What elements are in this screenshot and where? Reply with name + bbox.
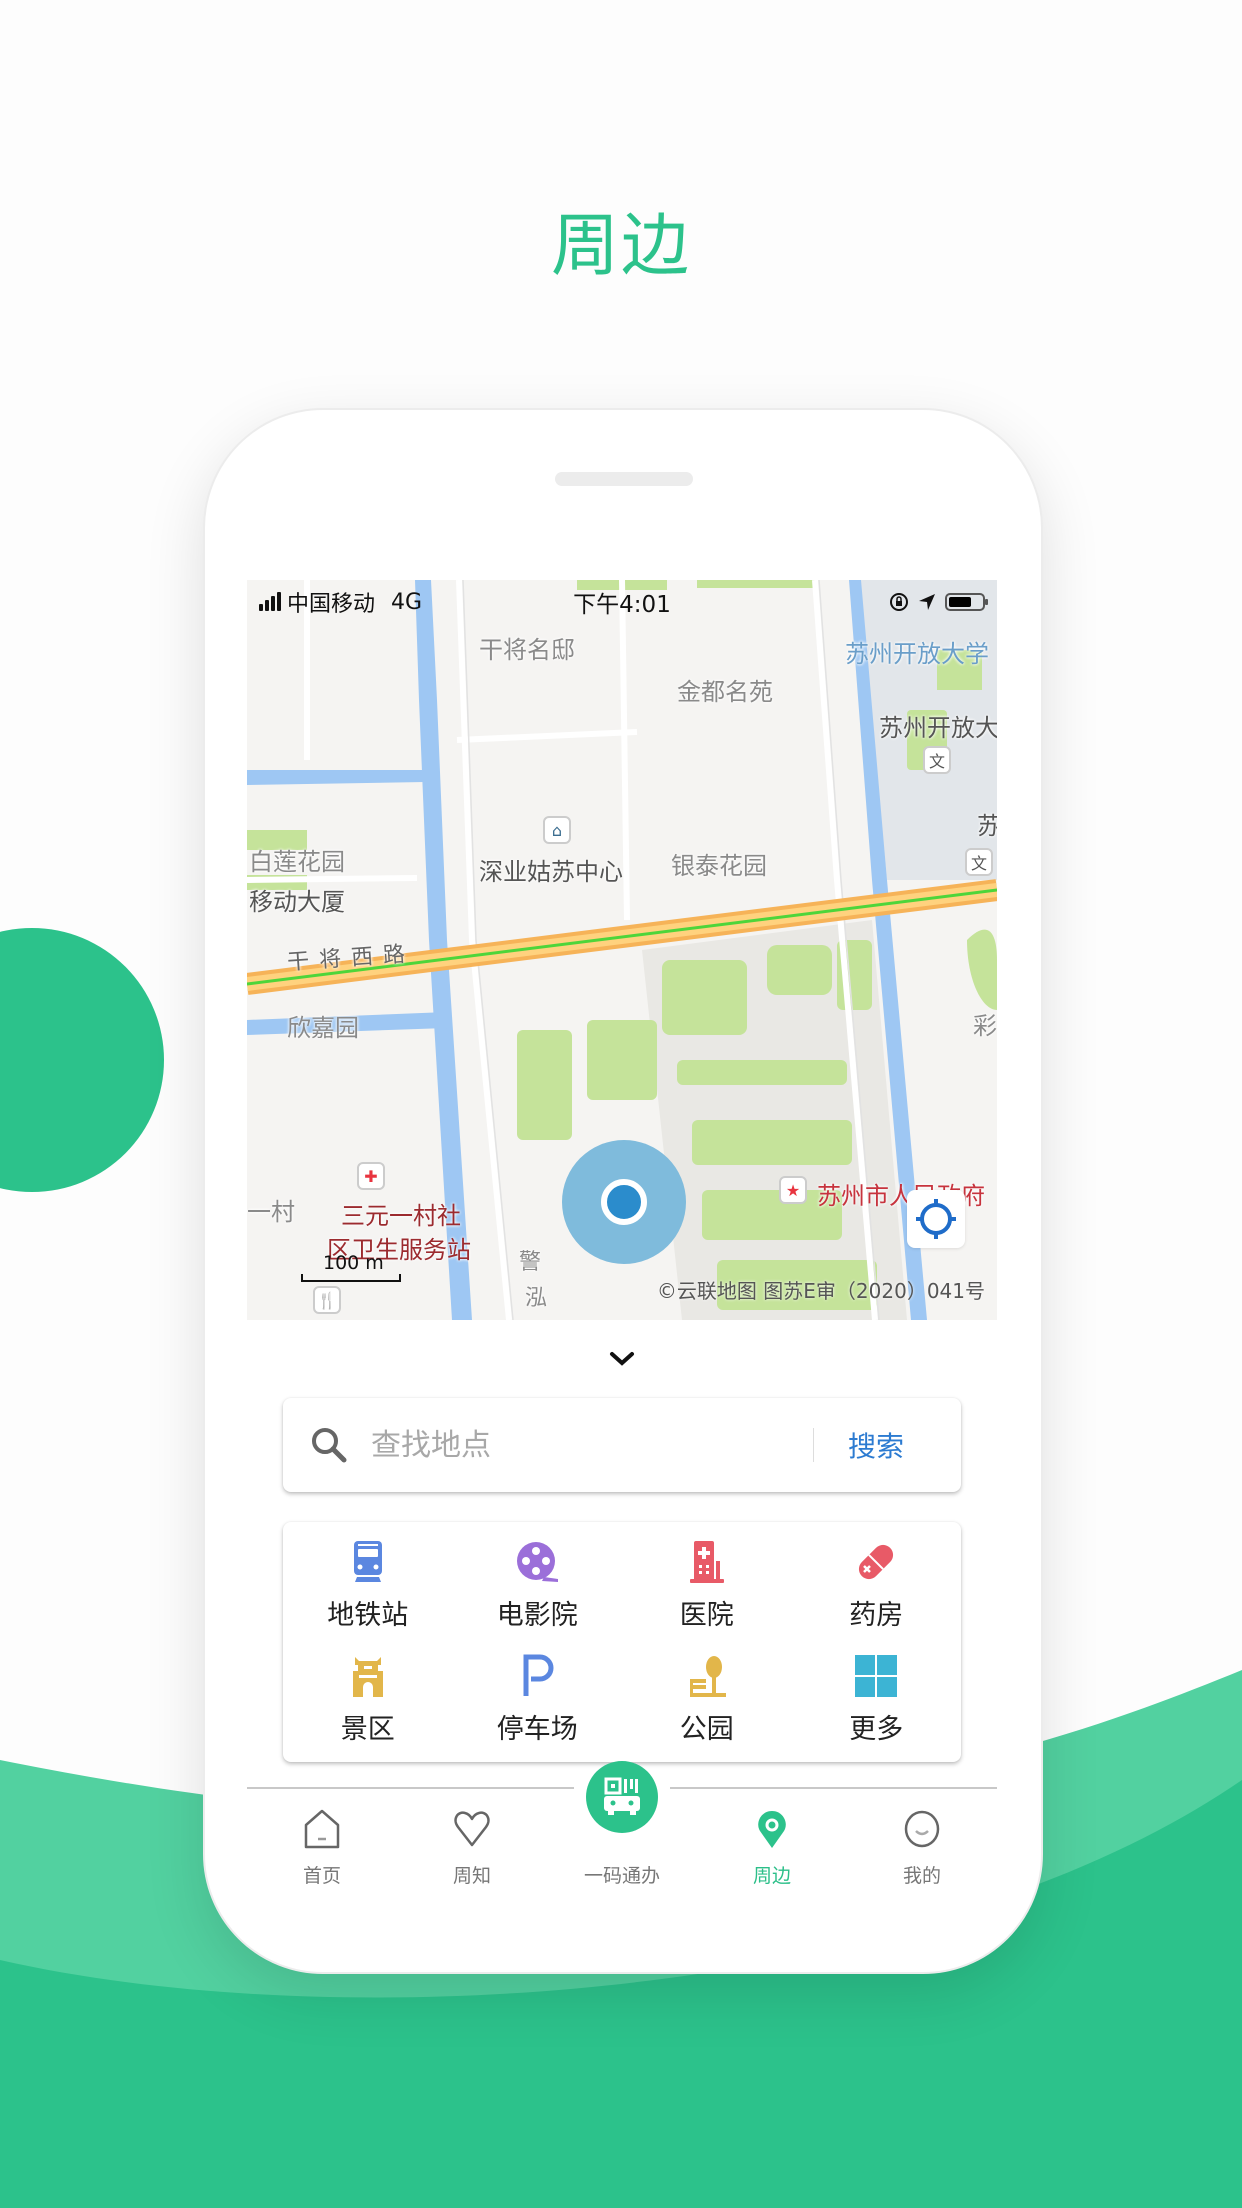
- map-label: 苏州开放大学: [845, 640, 989, 668]
- crosshair-icon: [916, 1199, 956, 1239]
- status-bar: 中国移动 4G 下午4:01: [247, 580, 997, 624]
- app-screen: 中国移动 4G 下午4:01 干将名邸 金都名苑 苏州开放大学 苏州开放大 文 …: [247, 580, 997, 1887]
- building-pin-icon[interactable]: ⌂: [543, 816, 571, 844]
- category-label: 公园: [679, 1713, 734, 1745]
- tab-notices[interactable]: 周知: [397, 1799, 547, 1888]
- status-time: 下午4:01: [573, 592, 671, 618]
- location-pin-icon: [758, 1811, 786, 1848]
- category-parking[interactable]: 停车场: [453, 1642, 623, 1756]
- rotation-lock-icon: [890, 593, 908, 611]
- map-view[interactable]: 中国移动 4G 下午4:01 干将名邸 金都名苑 苏州开放大学 苏州开放大 文 …: [247, 580, 997, 1320]
- category-label: 医院: [679, 1599, 734, 1631]
- map-scale: 100 m: [301, 1252, 401, 1282]
- category-label: 电影院: [496, 1599, 578, 1631]
- heart-icon: [454, 1811, 490, 1847]
- map-label: 泓: [525, 1286, 548, 1311]
- subway-icon: [353, 1540, 382, 1582]
- category-label: 景区: [340, 1713, 395, 1745]
- category-pharmacy[interactable]: 药房: [792, 1528, 962, 1642]
- parking-icon: [523, 1654, 554, 1696]
- category-scenic[interactable]: 景区: [283, 1642, 453, 1756]
- category-label: 更多: [849, 1713, 904, 1745]
- map-label: 苏州开放大: [879, 714, 997, 742]
- map-label: 苏: [977, 806, 997, 841]
- map-label: 一村: [247, 1198, 295, 1226]
- category-cinema[interactable]: 电影院: [453, 1528, 623, 1642]
- map-label: 移动大厦: [249, 888, 345, 916]
- category-grid: 地铁站 电影院 医院 药房 景区 停车场 公园 更多: [283, 1522, 961, 1762]
- category-label: 地铁站: [327, 1599, 409, 1631]
- pill-icon: [859, 1544, 894, 1579]
- map-label: 深业姑苏中心: [479, 858, 623, 886]
- tab-home[interactable]: 首页: [247, 1799, 397, 1888]
- map-label: 银泰花园: [671, 852, 767, 880]
- search-button[interactable]: 搜索: [848, 1425, 904, 1465]
- map-copyright: ©云联地图 图苏E审（2020）041号: [656, 1279, 985, 1303]
- search-input[interactable]: [369, 1426, 813, 1464]
- tab-label: 一码通办: [583, 1865, 660, 1887]
- battery-icon: [945, 593, 988, 611]
- scale-label: 100 m: [323, 1252, 384, 1274]
- qr-scan-button[interactable]: [586, 1761, 658, 1833]
- locate-me-button[interactable]: [907, 1190, 965, 1248]
- smiley-icon: [904, 1810, 940, 1848]
- phone-speaker: [555, 472, 693, 486]
- home-icon: [304, 1809, 340, 1849]
- category-park[interactable]: 公园: [622, 1642, 792, 1756]
- hospital-pin-icon[interactable]: ✚: [357, 1162, 385, 1190]
- page-title: 周边: [550, 207, 691, 286]
- government-pin-icon[interactable]: ★: [779, 1176, 807, 1204]
- category-hospital[interactable]: 医院: [622, 1528, 792, 1642]
- category-more[interactable]: 更多: [792, 1642, 962, 1756]
- hospital-icon: [689, 1540, 724, 1583]
- film-reel-icon: [517, 1541, 559, 1582]
- search-icon: [312, 1428, 347, 1463]
- tab-nearby[interactable]: 周边: [697, 1799, 847, 1888]
- map-label: 白莲花园: [249, 848, 345, 876]
- bottom-tab-bar: 首页 周知 一码通办 周边 我的: [247, 1761, 997, 1907]
- search-divider: [813, 1428, 814, 1462]
- phone-mockup: 中国移动 4G 下午4:01 干将名邸 金都名苑 苏州开放大学 苏州开放大 文 …: [203, 408, 1043, 1974]
- search-bar: 搜索: [283, 1398, 961, 1492]
- gate-tower-icon: [352, 1656, 383, 1697]
- map-label: 欣嘉园: [287, 1014, 359, 1042]
- category-subway[interactable]: 地铁站: [283, 1528, 453, 1642]
- restaurant-pin-icon[interactable]: 🍴: [313, 1286, 341, 1314]
- map-label: 警: [519, 1250, 542, 1275]
- grid-more-icon: [855, 1654, 898, 1697]
- park-bench-tree-icon: [689, 1655, 726, 1697]
- school-pin-icon[interactable]: 文: [965, 848, 993, 876]
- category-label: 停车场: [496, 1713, 578, 1745]
- chevron-down-icon: [610, 1352, 634, 1366]
- map-label: 三元一村社: [341, 1202, 461, 1230]
- category-label: 药房: [849, 1599, 904, 1631]
- map-label: 干将名邸: [479, 636, 575, 664]
- tab-label: 我的: [902, 1865, 941, 1887]
- tab-label: 首页: [302, 1865, 341, 1887]
- tab-label: 周边: [752, 1865, 791, 1887]
- map-label: 金都名苑: [677, 678, 773, 706]
- tab-mine[interactable]: 我的: [847, 1799, 997, 1888]
- scale-bar: [301, 1274, 401, 1282]
- current-location-marker: [562, 1140, 686, 1264]
- qr-bus-icon: [604, 1777, 640, 1815]
- tab-label: 周知: [452, 1865, 491, 1887]
- location-arrow-icon: [919, 594, 935, 610]
- collapse-map-button[interactable]: [247, 1320, 997, 1398]
- map-label: 彩: [973, 1012, 997, 1040]
- school-pin-icon[interactable]: 文: [923, 746, 951, 774]
